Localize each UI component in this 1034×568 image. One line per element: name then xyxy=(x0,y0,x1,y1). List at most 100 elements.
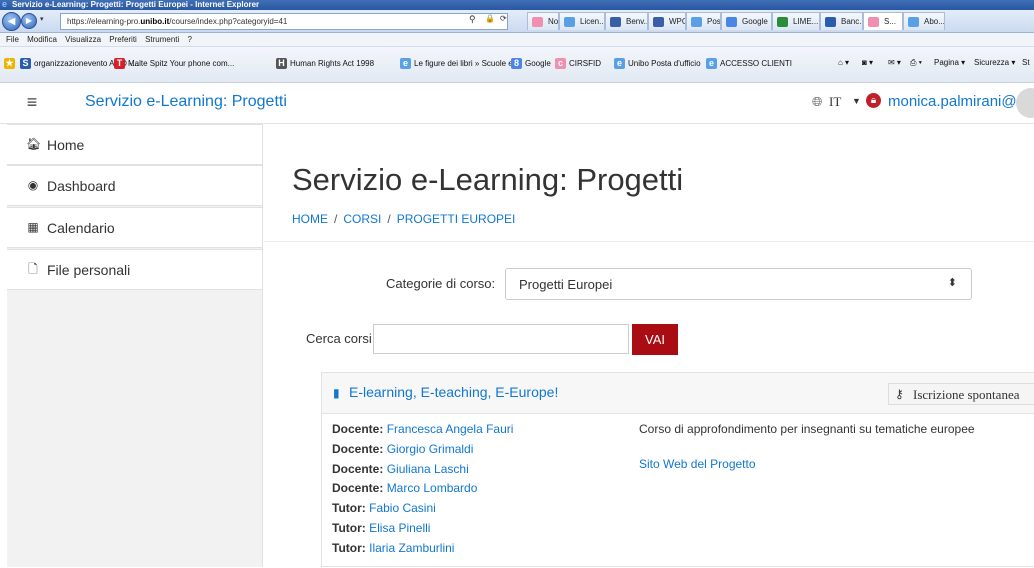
course-contact: Docente: Francesca Angela Fauri xyxy=(332,422,513,436)
sidebar-item-label: File personali xyxy=(47,262,131,278)
lock-icon: 🔒︎ xyxy=(866,93,881,108)
favorite-link[interactable]: c CIRSFID xyxy=(555,58,601,70)
menu-modifica[interactable]: Modifica xyxy=(27,35,57,44)
tab-favicon-icon xyxy=(691,17,702,27)
favorite-link[interactable]: e Unibo Posta d'ufficio xyxy=(614,58,701,70)
menu-visualizza[interactable]: Visualizza xyxy=(65,35,101,44)
home-icon-ie[interactable]: ⌂ ▾ xyxy=(838,58,849,67)
tab-favicon-icon xyxy=(653,17,664,27)
user-menu[interactable]: monica.palmirani@unibo.it xyxy=(888,93,1034,110)
sidebar-item-dashboard[interactable]: ◉ Dashboard xyxy=(7,165,262,206)
language-menu[interactable]: IT xyxy=(829,94,841,110)
contact-name-link[interactable]: Fabio Casini xyxy=(369,501,436,515)
favorite-link[interactable]: e Le figure dei libri » Scuole e ... xyxy=(400,58,522,70)
mail-icon[interactable]: ✉ ▾ xyxy=(888,58,901,67)
favorite-favicon-icon: T xyxy=(114,58,125,70)
course-contact: Docente: Giuliana Laschi xyxy=(332,462,469,476)
calendar-icon: ▦ xyxy=(27,220,39,234)
url-domain: unibo.it xyxy=(140,17,170,26)
search-submit-button[interactable]: VAI xyxy=(632,324,678,355)
browser-tab[interactable]: WPO... xyxy=(648,12,686,30)
breadcrumb-progetti-europei[interactable]: PROGETTI EUROPEI xyxy=(397,212,516,226)
refresh-icon[interactable]: ⟳ xyxy=(500,14,507,23)
contact-role: Tutor: xyxy=(332,521,366,535)
menu-strumenti[interactable]: Strumenti xyxy=(145,35,179,44)
menu-strumenti-short[interactable]: St xyxy=(1022,58,1030,67)
favorites-bar: ★ Sorganizzazionevento AgID -... T Malte S… xyxy=(0,47,1034,83)
tab-favicon-icon xyxy=(610,17,621,27)
chevron-down-icon[interactable]: ▼ xyxy=(852,96,861,106)
print-icon[interactable]: ⎙ ▾ xyxy=(910,58,922,68)
dashboard-icon: ◉ xyxy=(27,178,39,192)
favorite-link[interactable]: 8 Google xyxy=(511,58,551,70)
menu-preferiti[interactable]: Preferiti xyxy=(109,35,137,44)
breadcrumb-corsi[interactable]: CORSI xyxy=(343,212,381,226)
menu-pagina[interactable]: Pagina ▾ xyxy=(934,58,965,67)
file-icon: 🗋︎ xyxy=(28,262,38,276)
favorite-label: ACCESSO CLIENTI xyxy=(720,59,793,68)
menu-file[interactable]: File xyxy=(6,35,19,44)
browser-tab[interactable]: Abo... xyxy=(903,12,945,30)
favorite-label: CIRSFID xyxy=(569,59,601,68)
browser-tab[interactable]: Post... xyxy=(686,12,721,30)
favorite-link[interactable]: e ACCESSO CLIENTI xyxy=(706,58,792,70)
favorite-label: Google xyxy=(525,59,551,68)
contact-role: Tutor: xyxy=(332,540,366,555)
project-website-link[interactable]: Sito Web del Progetto xyxy=(639,457,756,471)
contact-name-link[interactable]: Giuliana Laschi xyxy=(387,462,469,476)
tab-label: S... xyxy=(884,17,897,26)
contact-name-link[interactable]: Giorgio Grimaldi xyxy=(387,442,474,456)
search-icon[interactable]: ⚲ xyxy=(469,14,476,25)
favorite-favicon-icon: e xyxy=(614,58,625,70)
tab-favicon-icon xyxy=(825,17,836,27)
contact-name-link[interactable]: Elisa Pinelli xyxy=(369,521,430,535)
browser-tab[interactable]: Licen... xyxy=(559,12,605,30)
category-select[interactable]: Progetti Europei ⬍ xyxy=(505,268,972,300)
category-label: Categorie di corso: xyxy=(386,276,496,291)
tab-favicon-icon xyxy=(908,17,919,27)
tab-favicon-icon xyxy=(726,17,737,27)
favorite-link[interactable]: T Malte Spitz Your phone com... xyxy=(114,58,234,70)
breadcrumb-home[interactable]: HOME xyxy=(292,212,328,226)
forward-arrow-icon[interactable]: ▶ xyxy=(21,13,37,29)
contact-name-link[interactable]: Francesca Angela Fauri xyxy=(387,422,514,436)
browser-tab[interactable]: S... xyxy=(863,12,903,30)
favorites-star-icon[interactable]: ★ xyxy=(4,58,18,70)
select-arrows-icon: ⬍ xyxy=(947,277,957,289)
contact-name-link[interactable]: Marco Lombardo xyxy=(387,481,478,495)
course-title-link[interactable]: E-learning, E-teaching, E-Europe! xyxy=(349,384,558,400)
tab-favicon-icon xyxy=(777,17,788,27)
contact-role: Docente: xyxy=(332,441,384,456)
tab-favicon-icon xyxy=(532,17,543,27)
menu-help[interactable]: ? xyxy=(188,35,192,44)
hamburger-menu-icon[interactable]: ≡ xyxy=(21,91,43,113)
avatar[interactable] xyxy=(1016,88,1034,118)
menu-sicurezza[interactable]: Sicurezza ▾ xyxy=(974,58,1015,67)
favorite-link[interactable]: H Human Rights Act 1998 xyxy=(276,58,374,70)
tab-label: WPO... xyxy=(669,17,685,26)
url-field[interactable]: https://elearning-pro.unibo.it/course/in… xyxy=(60,13,508,30)
back-arrow-icon[interactable]: ◀ xyxy=(2,12,21,31)
history-dropdown-icon[interactable]: ▾ xyxy=(40,15,44,23)
tab-label: Banc... xyxy=(841,17,862,26)
site-name-link[interactable]: Servizio e-Learning: Progetti xyxy=(85,93,287,111)
sidebar-item-file-personali[interactable]: 🗋︎ File personali xyxy=(7,249,262,290)
lock-icon[interactable]: 🔒 xyxy=(485,14,495,23)
contact-name-link[interactable]: Ilaria Zamburlini xyxy=(369,541,454,555)
sidebar-item-home[interactable]: 🏠︎ Home xyxy=(7,124,262,165)
tab-favicon-icon xyxy=(564,17,575,27)
browser-tab[interactable]: Nor... xyxy=(527,12,559,30)
favorite-label: Le figure dei libri » Scuole e ... xyxy=(414,59,522,68)
sidebar-item-calendario[interactable]: ▦ Calendario xyxy=(7,207,262,248)
search-input[interactable] xyxy=(373,324,629,354)
course-contact: Tutor: Fabio Casini xyxy=(332,501,436,515)
browser-tab[interactable]: LIME... xyxy=(772,12,820,30)
tab-label: Abo... xyxy=(924,17,945,26)
key-icon: ⚷ xyxy=(895,387,904,401)
browser-tab[interactable]: Google xyxy=(721,12,772,30)
favorite-favicon-icon: c xyxy=(555,58,566,70)
self-enrol-label: Iscrizione spontanea xyxy=(913,387,1020,402)
rss-icon[interactable]: ◙ ▾ xyxy=(862,58,873,67)
browser-tab[interactable]: Benv... xyxy=(605,12,648,30)
browser-tab[interactable]: Banc... xyxy=(820,12,863,30)
